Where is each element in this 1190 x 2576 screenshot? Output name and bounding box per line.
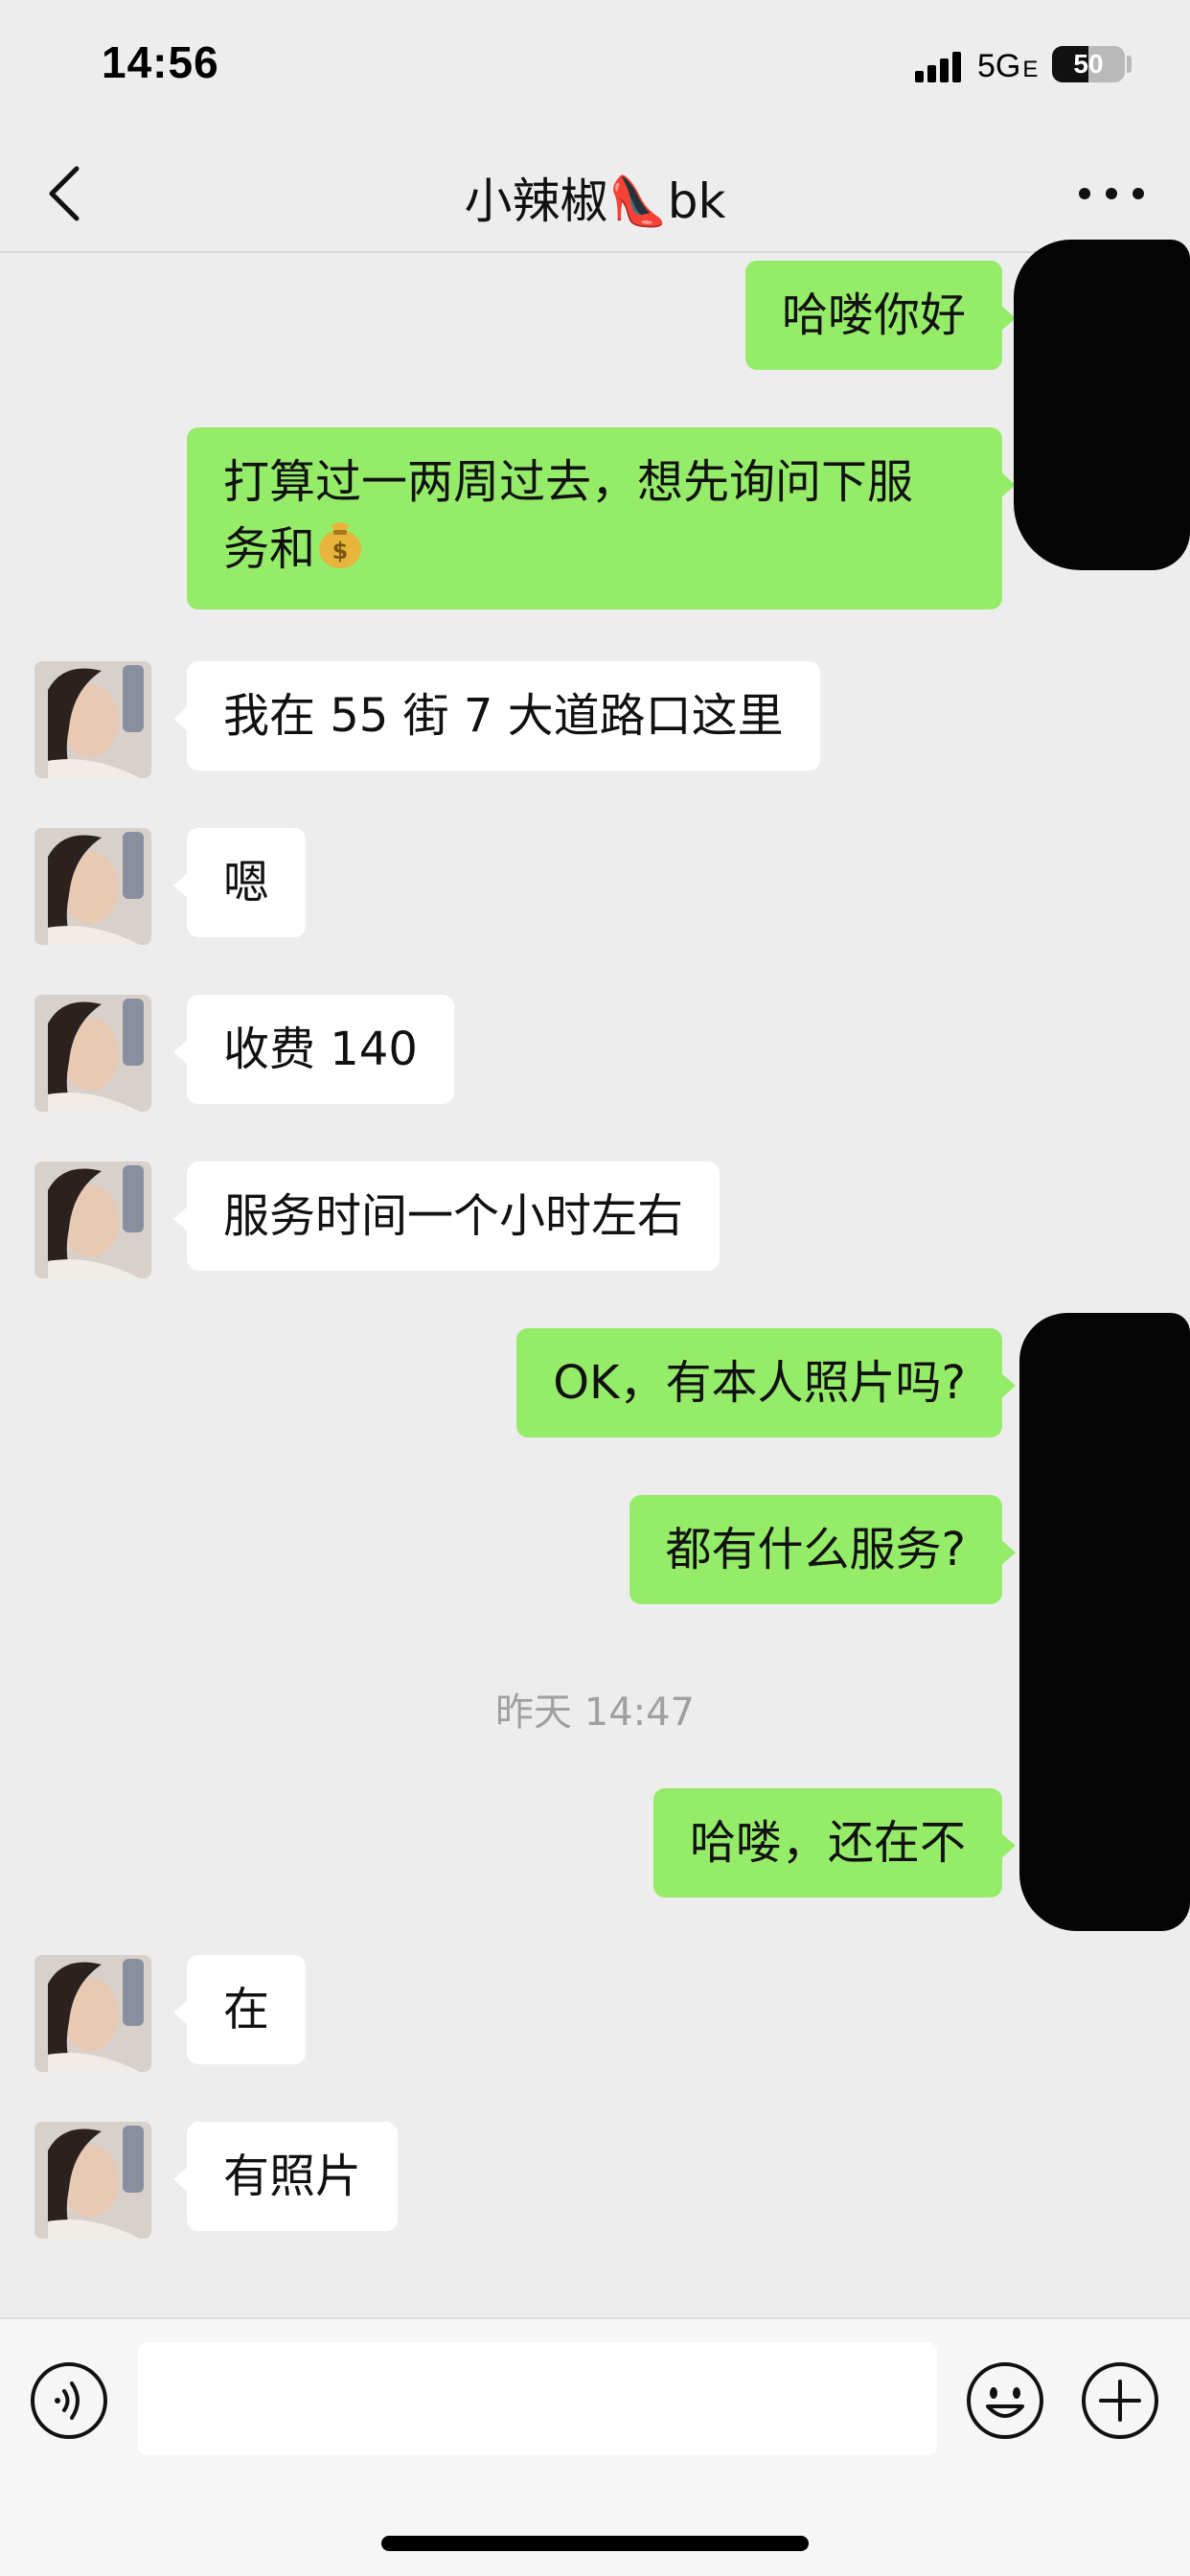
battery-icon: 50 — [1052, 46, 1125, 82]
avatar-image — [34, 995, 151, 1112]
contact-avatar[interactable] — [34, 2122, 151, 2239]
outgoing-message[interactable]: OK，有本人照片吗? — [516, 1328, 1016, 1438]
outgoing-message[interactable]: 哈喽你好 — [744, 261, 1017, 370]
incoming-message[interactable]: 服务时间一个小时左右 — [172, 1162, 721, 1271]
avatar-image — [34, 661, 151, 778]
battery-tip — [1127, 56, 1132, 73]
voice-icon — [31, 2362, 107, 2439]
message-input[interactable] — [138, 2342, 937, 2455]
signal-strength-icon — [915, 50, 963, 82]
avatar-image — [34, 1162, 151, 1278]
emoji-icon — [967, 2362, 1043, 2439]
money-bag-icon: $ — [315, 517, 365, 588]
status-bar: 14:56 5GE 50 — [0, 0, 1190, 134]
home-indicator[interactable] — [381, 2536, 809, 2551]
network-type: 5GE — [977, 48, 1038, 85]
chat-title: 小辣椒👠bk — [464, 173, 726, 229]
redaction-mark — [1019, 1313, 1190, 1931]
incoming-message[interactable]: 我在 55 街 7 大道路口这里 — [173, 661, 820, 770]
network-label: 5G — [977, 48, 1021, 84]
redaction-mark — [1014, 240, 1190, 570]
voice-button[interactable] — [29, 2360, 109, 2441]
battery-percent: 50 — [1073, 49, 1104, 79]
contact-avatar[interactable] — [34, 1162, 151, 1278]
incoming-message[interactable]: 在 — [172, 1955, 307, 2064]
incoming-message[interactable]: 有照片 — [172, 2122, 399, 2231]
network-sub-label: E — [1022, 57, 1039, 82]
outgoing-message[interactable]: 哈喽，还在不 — [652, 1788, 1017, 1898]
more-button[interactable] — [1073, 172, 1150, 215]
message-timestamp: 昨天 14:47 — [495, 1690, 695, 1735]
outgoing-message[interactable]: 打算过一两周过去，想先询问下服 务和 $ — [187, 427, 1016, 610]
incoming-message[interactable]: 收费 140 — [173, 995, 454, 1104]
avatar-image — [34, 828, 151, 945]
more-dots-icon — [1079, 188, 1144, 199]
plus-button[interactable] — [1080, 2360, 1160, 2441]
chat-header: 小辣椒👠bk — [0, 134, 1190, 253]
incoming-message[interactable]: 嗯 — [172, 828, 307, 937]
svg-text:$: $ — [332, 538, 349, 564]
status-time: 14:56 — [102, 37, 219, 87]
plus-icon — [1082, 2362, 1158, 2439]
contact-avatar[interactable] — [34, 661, 151, 778]
contact-avatar[interactable] — [34, 828, 151, 945]
contact-avatar[interactable] — [34, 1955, 151, 2072]
emoji-button[interactable] — [965, 2360, 1045, 2441]
outgoing-message[interactable]: 都有什么服务? — [629, 1495, 1017, 1604]
contact-avatar[interactable] — [34, 995, 151, 1112]
avatar-image — [34, 1955, 151, 2072]
avatar-image — [34, 2122, 151, 2239]
